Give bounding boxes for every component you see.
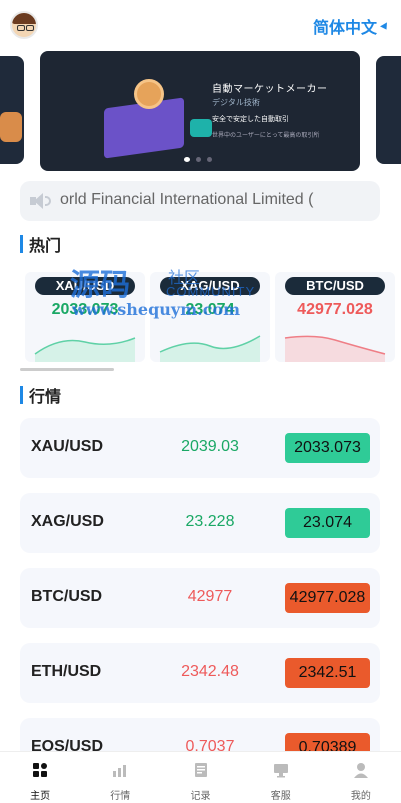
hot-scroll-indicator <box>20 368 114 371</box>
market-row[interactable]: BTC/USD 42977 42977.028 <box>20 568 380 628</box>
notice-bar[interactable]: orld Financial International Limited ( <box>20 181 380 221</box>
carousel-dots <box>184 157 212 162</box>
tab-label: 客服 <box>270 791 291 802</box>
hot-symbol: XAG/USD <box>160 277 260 295</box>
record-icon <box>194 763 207 777</box>
hot-symbol: XAU/USD <box>35 277 135 295</box>
banner-illustration <box>84 79 214 159</box>
hot-section-title: 热门 <box>20 232 61 256</box>
market-row[interactable]: ETH/USD 2342.48 2342.51 <box>20 643 380 703</box>
tab-home[interactable]: 主页 <box>0 752 80 803</box>
chart-icon <box>113 765 127 777</box>
market-price-badge: 2033.073 <box>285 433 370 463</box>
market-last: 2342.48 <box>181 663 239 680</box>
hot-price: 2033.073 <box>51 301 119 318</box>
tab-label: 记录 <box>190 791 211 802</box>
carousel-dot[interactable] <box>207 157 212 162</box>
language-selector[interactable]: 简体中文 <box>312 14 390 38</box>
bottom-tab-bar: 主页 行情 记录 客服 我的 <box>0 751 401 803</box>
sparkline <box>284 335 386 362</box>
market-last: 42977 <box>187 588 233 605</box>
market-symbol: ETH/USD <box>31 663 102 680</box>
header: 简体中文 <box>0 0 401 50</box>
hot-card[interactable]: XAU/USD 2033.073 <box>25 272 145 362</box>
tab-label: 主页 <box>30 791 51 802</box>
market-row[interactable]: XAU/USD 2039.03 2033.073 <box>20 418 380 478</box>
banner-prev-slide[interactable] <box>0 56 24 164</box>
hot-card[interactable]: XAG/USD 23.074 <box>150 272 270 362</box>
tab-label: 我的 <box>350 791 371 802</box>
service-icon <box>273 764 288 778</box>
hot-symbol: BTC/USD <box>285 277 385 295</box>
tab-label: 行情 <box>110 791 131 802</box>
market-last: 23.228 <box>185 513 235 530</box>
banner-slide[interactable]: 自動マーケットメーカー デジタル技術 安全で安定した自動取引 世界中のユーザーに… <box>40 51 360 171</box>
market-price-badge: 42977.028 <box>285 583 370 613</box>
language-label: 简体中文 <box>312 20 377 37</box>
notice-text: orld Financial International Limited ( <box>60 191 314 208</box>
tab-service[interactable]: 客服 <box>241 752 321 803</box>
banner-title: 自動マーケットメーカー <box>212 84 328 95</box>
home-grid-icon <box>33 763 48 777</box>
hot-card[interactable]: BTC/USD 42977.028 <box>275 272 395 362</box>
market-section-title: 行情 <box>20 383 61 407</box>
market-price-badge: 23.074 <box>285 508 370 538</box>
sparkline <box>34 337 136 362</box>
market-row[interactable]: XAG/USD 23.228 23.074 <box>20 493 380 553</box>
tab-profile[interactable]: 我的 <box>321 752 401 803</box>
market-symbol: XAU/USD <box>31 438 104 455</box>
market-symbol: XAG/USD <box>31 513 104 530</box>
speaker-icon <box>30 193 52 209</box>
banner-line2: 世界中のユーザーにとって最高の取引所 <box>212 133 320 139</box>
tab-market[interactable]: 行情 <box>80 752 160 803</box>
market-last: 2039.03 <box>181 438 239 455</box>
market-symbol: BTC/USD <box>31 588 103 605</box>
carousel-dot[interactable] <box>196 157 201 162</box>
hot-price: 23.074 <box>185 301 235 318</box>
carousel-dot-active[interactable] <box>184 157 190 162</box>
banner-next-slide[interactable] <box>376 56 401 164</box>
tab-records[interactable]: 记录 <box>160 752 240 803</box>
market-price-badge: 2342.51 <box>285 658 370 688</box>
hot-list: XAU/USD 2033.073 XAG/USD 23.074 BTC/USD … <box>25 272 401 362</box>
caret-down-icon <box>380 22 390 32</box>
banner-line1: 安全で安定した自動取引 <box>212 116 289 123</box>
banner-carousel[interactable]: 自動マーケットメーカー デジタル技術 安全で安定した自動取引 世界中のユーザーに… <box>0 50 401 172</box>
banner-subtitle: デジタル技術 <box>212 98 260 107</box>
hot-price: 42977.028 <box>297 301 373 318</box>
user-icon <box>353 763 368 778</box>
sparkline <box>159 335 261 362</box>
avatar[interactable] <box>10 11 38 39</box>
